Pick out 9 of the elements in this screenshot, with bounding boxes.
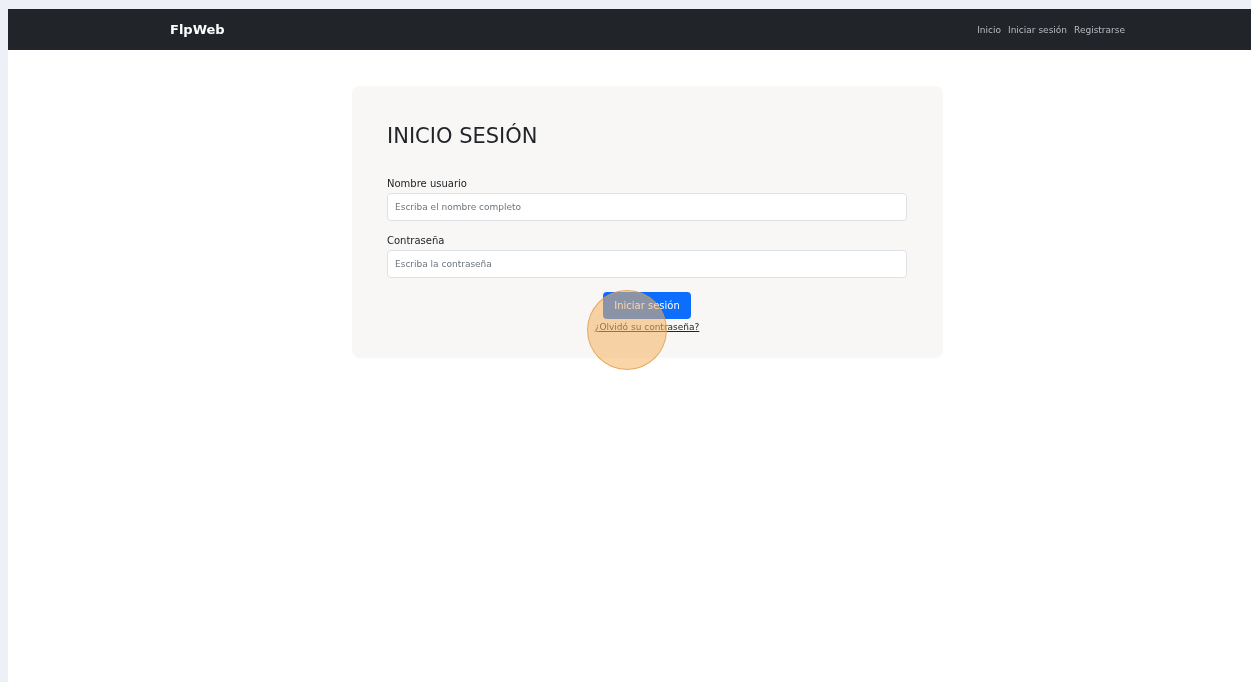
input-field[interactable]: Escriba el nombre completo: [387, 193, 907, 221]
form-title: INICIO SESIÓN: [387, 124, 539, 148]
nav-link[interactable]: Registrarse: [1074, 24, 1125, 35]
input-field[interactable]: Escriba la contraseña: [387, 250, 907, 278]
nav-link[interactable]: Iniciar sesión: [1008, 24, 1068, 35]
nav-link[interactable]: Inicio: [977, 24, 1001, 35]
field-label: Nombre usuario: [387, 178, 468, 189]
brand-link[interactable]: FlpWeb: [170, 22, 225, 37]
field-label: Contraseña: [387, 235, 446, 246]
